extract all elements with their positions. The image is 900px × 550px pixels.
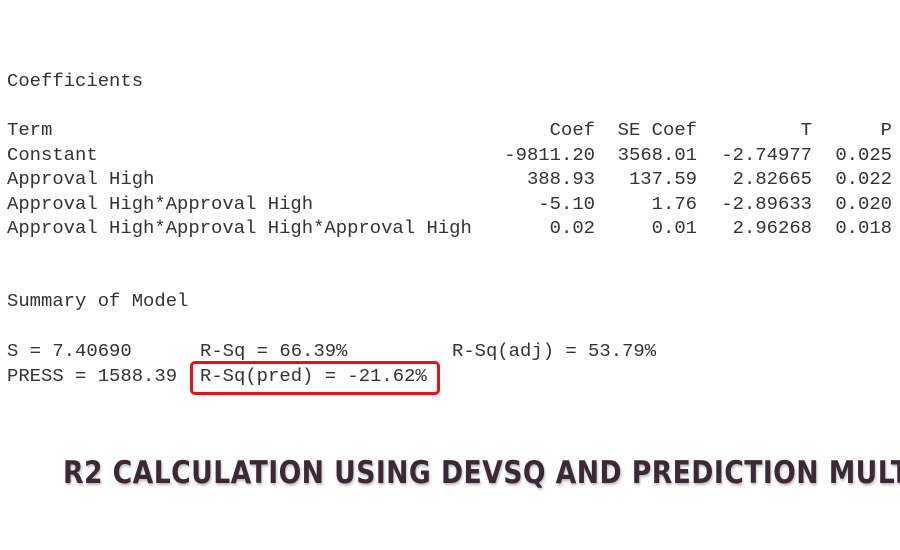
- p-cell: 0.020: [835, 192, 892, 215]
- t-cell: -2.89633: [721, 192, 812, 215]
- se-coef-cell: 137.59: [628, 168, 697, 190]
- coef-cell: 0.02: [549, 217, 595, 239]
- coef-cell: 388.93: [526, 168, 595, 190]
- header-term: Term: [7, 119, 53, 141]
- summary-line-2: PRESS = 1588.39 R-Sq(pred) = -21.62%: [7, 364, 887, 388]
- t-cell: 2.96268: [732, 217, 812, 239]
- coefficients-title: Coefficients: [7, 70, 144, 92]
- table-row: Approval High 388.93 137.59 2.82665 0.02…: [7, 167, 892, 192]
- caption-title: R2 Calculation Using DEVSQ and Predictio…: [63, 455, 900, 491]
- summary-title: Summary of Model: [7, 290, 189, 312]
- coef-cell: -9811.20: [504, 143, 595, 166]
- header-coef: Coef: [549, 119, 595, 141]
- header-p: P: [880, 119, 892, 141]
- t-cell: -2.74977: [721, 143, 812, 166]
- coef-cell: -5.10: [538, 192, 595, 215]
- header-t: T: [800, 119, 812, 141]
- p-cell: 0.022: [835, 168, 892, 190]
- table-row: Approval High*Approval High*Approval Hig…: [7, 216, 892, 241]
- coefficients-table: Term Coef SE Coef T P Constant -9811.20 …: [7, 118, 892, 241]
- table-row: Constant -9811.20 3568.01 -2.74977 0.025: [7, 143, 892, 168]
- term-cell: Constant: [7, 143, 98, 166]
- se-coef-cell: 0.01: [651, 217, 697, 239]
- se-coef-cell: 3568.01: [617, 143, 697, 166]
- se-coef-cell: 1.76: [651, 192, 697, 215]
- s-value: S = 7.40690: [7, 340, 132, 362]
- p-cell: 0.018: [835, 217, 892, 239]
- table-row: Approval High*Approval High -5.10 1.76 -…: [7, 192, 892, 217]
- header-se-coef: SE Coef: [617, 119, 697, 141]
- term-cell: Approval High: [7, 168, 155, 190]
- r-sq-value: R-Sq = 66.39%: [200, 340, 348, 362]
- table-header-row: Term Coef SE Coef T P: [7, 118, 892, 143]
- summary-line-1: S = 7.40690 R-Sq = 66.39% R-Sq(adj) = 53…: [7, 339, 887, 363]
- r-sq-adj-value: R-Sq(adj) = 53.79%: [452, 340, 657, 362]
- p-cell: 0.025: [835, 143, 892, 166]
- t-cell: 2.82665: [732, 168, 812, 190]
- r-sq-pred-highlight-box: [190, 361, 440, 395]
- press-value: PRESS = 1588.39: [7, 365, 178, 387]
- term-cell: Approval High*Approval High*Approval Hig…: [7, 217, 472, 239]
- term-cell: Approval High*Approval High: [7, 192, 314, 215]
